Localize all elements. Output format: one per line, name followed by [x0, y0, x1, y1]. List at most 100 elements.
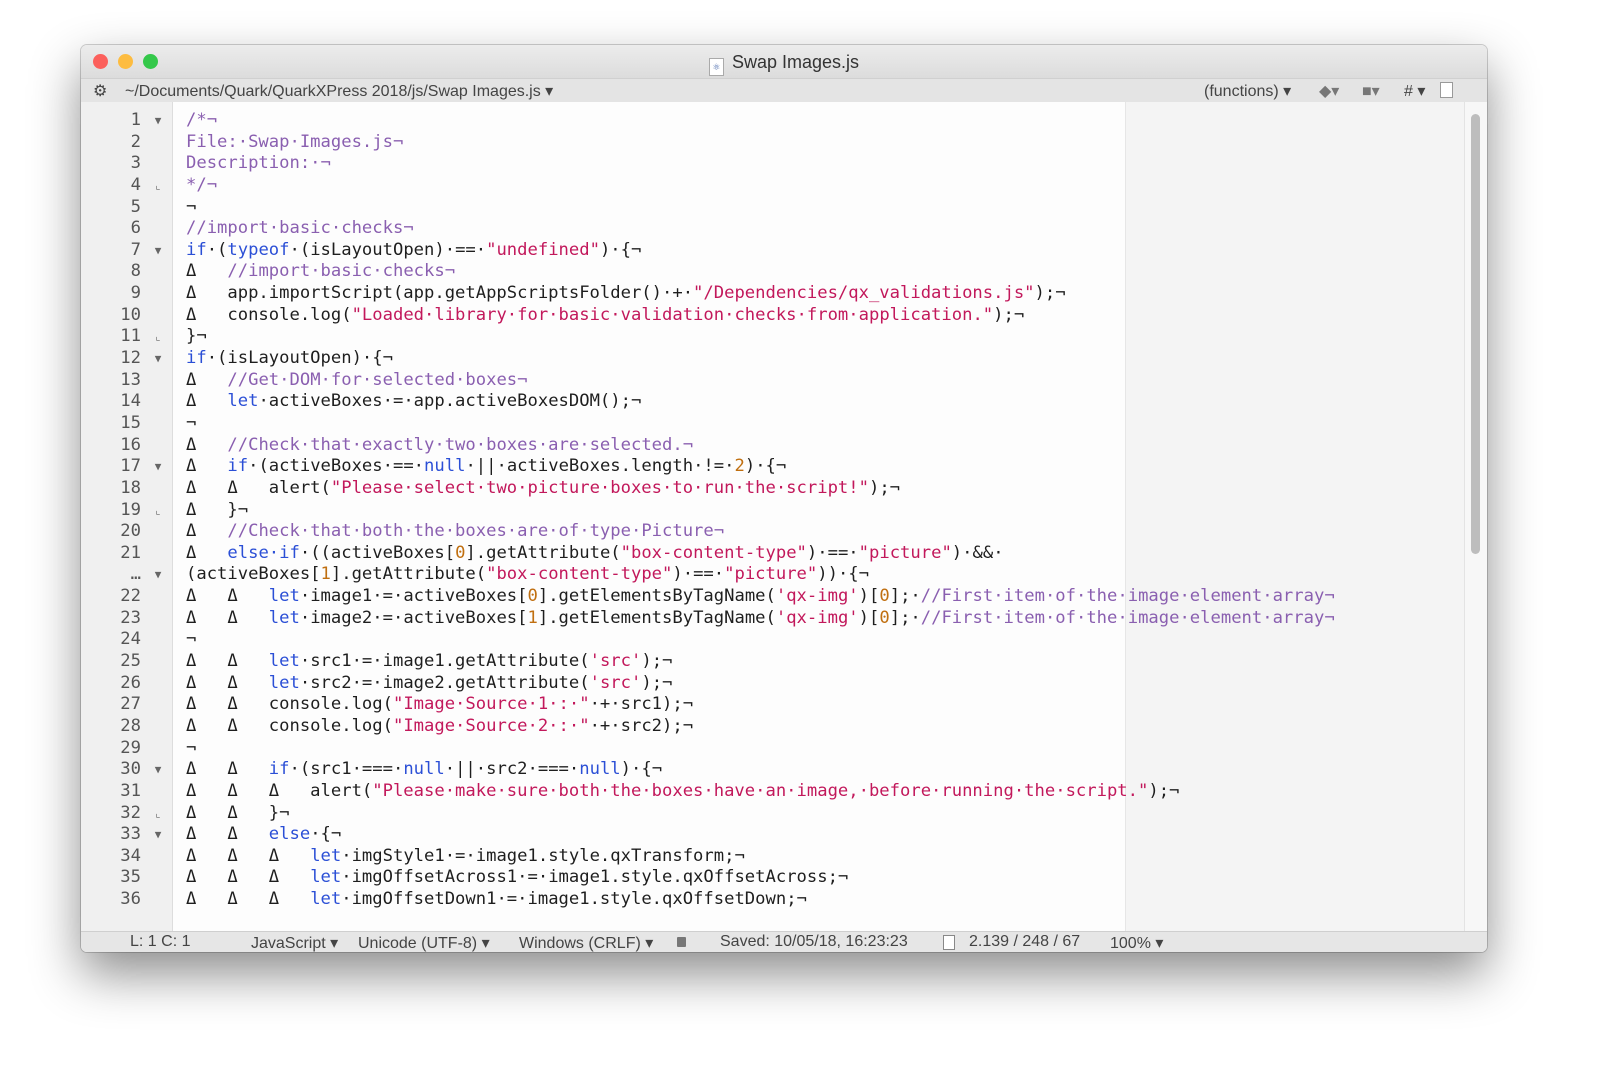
- code-token: let: [310, 889, 342, 910]
- js-document-icon: ⚛: [708, 58, 724, 76]
- code-token: Δ: [186, 369, 228, 390]
- code-token: ))·{¬: [817, 564, 870, 585]
- syntax-menu[interactable]: JavaScript ▾: [251, 933, 338, 952]
- code-token: "Image·Source·1·:·": [392, 694, 590, 715]
- code-token: Δ: [186, 456, 228, 477]
- code-text: Δ Δ let·src1·=·image1.getAttribute('src'…: [186, 651, 672, 673]
- code-token: //First·item·of·the·image·element·array¬: [920, 586, 1335, 607]
- code-token: ·imgStyle1·=·image1.style.qxTransform;¬: [341, 845, 745, 866]
- code-token: let: [310, 867, 342, 888]
- code-text: if·(isLayoutOpen)·{¬: [186, 348, 393, 370]
- scrollbar-thumb[interactable]: [1471, 114, 1480, 554]
- line-number: 31: [120, 780, 141, 801]
- code-text: Δ //Get·DOM·for·selected·boxes¬: [186, 370, 528, 392]
- code-text: Δ //import·basic·checks¬: [186, 261, 455, 283]
- document-icon[interactable]: [1440, 82, 1453, 98]
- code-token: 2: [734, 456, 745, 477]
- fold-toggle-icon[interactable]: ▼: [151, 456, 165, 478]
- code-text: if·(typeof·(isLayoutOpen)·==·"undefined"…: [186, 240, 641, 262]
- code-token: Δ: [186, 391, 228, 412]
- code-text: (activeBoxes[1].getAttribute("box-conten…: [186, 564, 869, 586]
- code-token: let: [268, 586, 300, 607]
- code-text: Δ if·(activeBoxes·==·null·||·activeBoxes…: [186, 456, 786, 478]
- line-number: 23: [120, 607, 141, 628]
- code-token: ¬: [186, 412, 197, 433]
- code-text: /*¬: [186, 110, 217, 132]
- code-text: }¬: [186, 326, 207, 348]
- functions-menu[interactable]: (functions) ▾: [1204, 81, 1291, 101]
- code-token: 1: [527, 607, 538, 628]
- line-number: 20: [120, 521, 141, 542]
- code-token: ].getAttribute(: [465, 542, 621, 563]
- saved-timestamp: Saved: 10/05/18, 16:23:23: [720, 933, 908, 950]
- lock-icon[interactable]: [677, 937, 686, 947]
- fold-end-icon[interactable]: ⌞: [151, 803, 165, 825]
- code-text: Δ Δ let·image1·=·activeBoxes[0].getEleme…: [186, 586, 1335, 608]
- encoding-menu[interactable]: Unicode (UTF-8) ▾: [358, 933, 490, 952]
- code-token: let: [227, 391, 259, 412]
- window-title: Swap Images.js: [731, 52, 860, 72]
- cursor-position: L: 1 C: 1: [130, 933, 191, 950]
- title-bar: ⚛ Swap Images.js: [81, 45, 1487, 78]
- code-token: null: [424, 456, 466, 477]
- fold-toggle-icon[interactable]: ▼: [151, 824, 165, 846]
- fold-toggle-icon[interactable]: ▼: [151, 564, 165, 586]
- line-number: 2: [130, 131, 141, 152]
- code-token: )·==·: [806, 542, 859, 563]
- code-token: "box-content-type": [486, 564, 673, 585]
- code-token: "box-content-type": [620, 542, 807, 563]
- line-number: 24: [120, 629, 141, 650]
- line-number: 13: [120, 369, 141, 390]
- code-token: Δ Δ Δ: [186, 845, 311, 866]
- code-token: 'qx-img': [775, 607, 859, 628]
- code-token: if: [227, 456, 249, 477]
- code-token: );¬: [1148, 780, 1180, 801]
- code-token: );¬: [1034, 283, 1066, 304]
- code-token: Δ Δ console.log(: [186, 715, 393, 736]
- editor-window: ⚛ Swap Images.js ⚙ ~/Documents/Quark/Quar…: [81, 45, 1487, 952]
- line-number: 22: [120, 586, 141, 607]
- fold-toggle-icon[interactable]: ▼: [151, 759, 165, 781]
- code-token: Δ Δ alert(: [186, 477, 331, 498]
- code-token: )[: [858, 607, 880, 628]
- fold-end-icon[interactable]: ⌞: [151, 326, 165, 348]
- fold-toggle-icon[interactable]: ▼: [151, 240, 165, 262]
- code-text: Δ Δ Δ let·imgOffsetDown1·=·image1.style.…: [186, 889, 807, 911]
- line-number: 35: [120, 867, 141, 888]
- zoom-menu[interactable]: 100% ▾: [1110, 933, 1163, 952]
- line-number: 5: [130, 196, 141, 217]
- code-text: Δ else·if·((activeBoxes[0].getAttribute(…: [186, 543, 1004, 565]
- code-token: Δ Δ: [186, 586, 269, 607]
- code-token: Description:·¬: [186, 153, 331, 174]
- code-token: 'src': [589, 672, 642, 693]
- code-token: Δ }¬: [186, 499, 249, 520]
- code-token: "Please·make·sure·both·the·boxes·have·an…: [372, 780, 1149, 801]
- code-token: Δ Δ console.log(: [186, 694, 393, 715]
- fold-end-icon[interactable]: ⌞: [151, 175, 165, 197]
- code-token: //Get·DOM·for·selected·boxes¬: [227, 369, 528, 390]
- code-token: else: [268, 824, 311, 845]
- code-token: else·if: [227, 542, 300, 563]
- bookmark-menu-icon[interactable]: ■▾: [1362, 81, 1380, 101]
- code-text: Δ Δ alert("Please·select·two·picture·box…: [186, 478, 900, 500]
- line-number: 11: [120, 326, 141, 347]
- code-token: if: [186, 348, 207, 369]
- file-path-menu[interactable]: ~/Documents/Quark/QuarkXPress 2018/js/Sw…: [125, 81, 553, 101]
- code-text: Δ //Check·that·exactly·two·boxes·are·sel…: [186, 435, 693, 457]
- code-token: Δ Δ Δ alert(: [186, 780, 373, 801]
- code-text: ¬: [186, 197, 196, 219]
- code-text: ¬: [186, 413, 196, 435]
- line-number-menu[interactable]: # ▾: [1404, 81, 1425, 101]
- code-token: //Check·that·exactly·two·boxes·are·selec…: [227, 434, 694, 455]
- fold-toggle-icon[interactable]: ▼: [151, 110, 165, 132]
- vertical-scrollbar[interactable]: [1464, 102, 1487, 932]
- line-endings-menu[interactable]: Windows (CRLF) ▾: [519, 933, 653, 952]
- code-token: ·(: [206, 239, 228, 260]
- gear-icon[interactable]: ⚙: [93, 81, 107, 101]
- fold-end-icon[interactable]: ⌞: [151, 500, 165, 522]
- marker-menu-icon[interactable]: ◆▾: [1319, 81, 1339, 101]
- code-text: Δ app.importScript(app.getAppScriptsFold…: [186, 283, 1066, 305]
- code-token: let: [268, 651, 300, 672]
- code-text: Δ let·activeBoxes·=·app.activeBoxesDOM()…: [186, 391, 641, 413]
- fold-toggle-icon[interactable]: ▼: [151, 348, 165, 370]
